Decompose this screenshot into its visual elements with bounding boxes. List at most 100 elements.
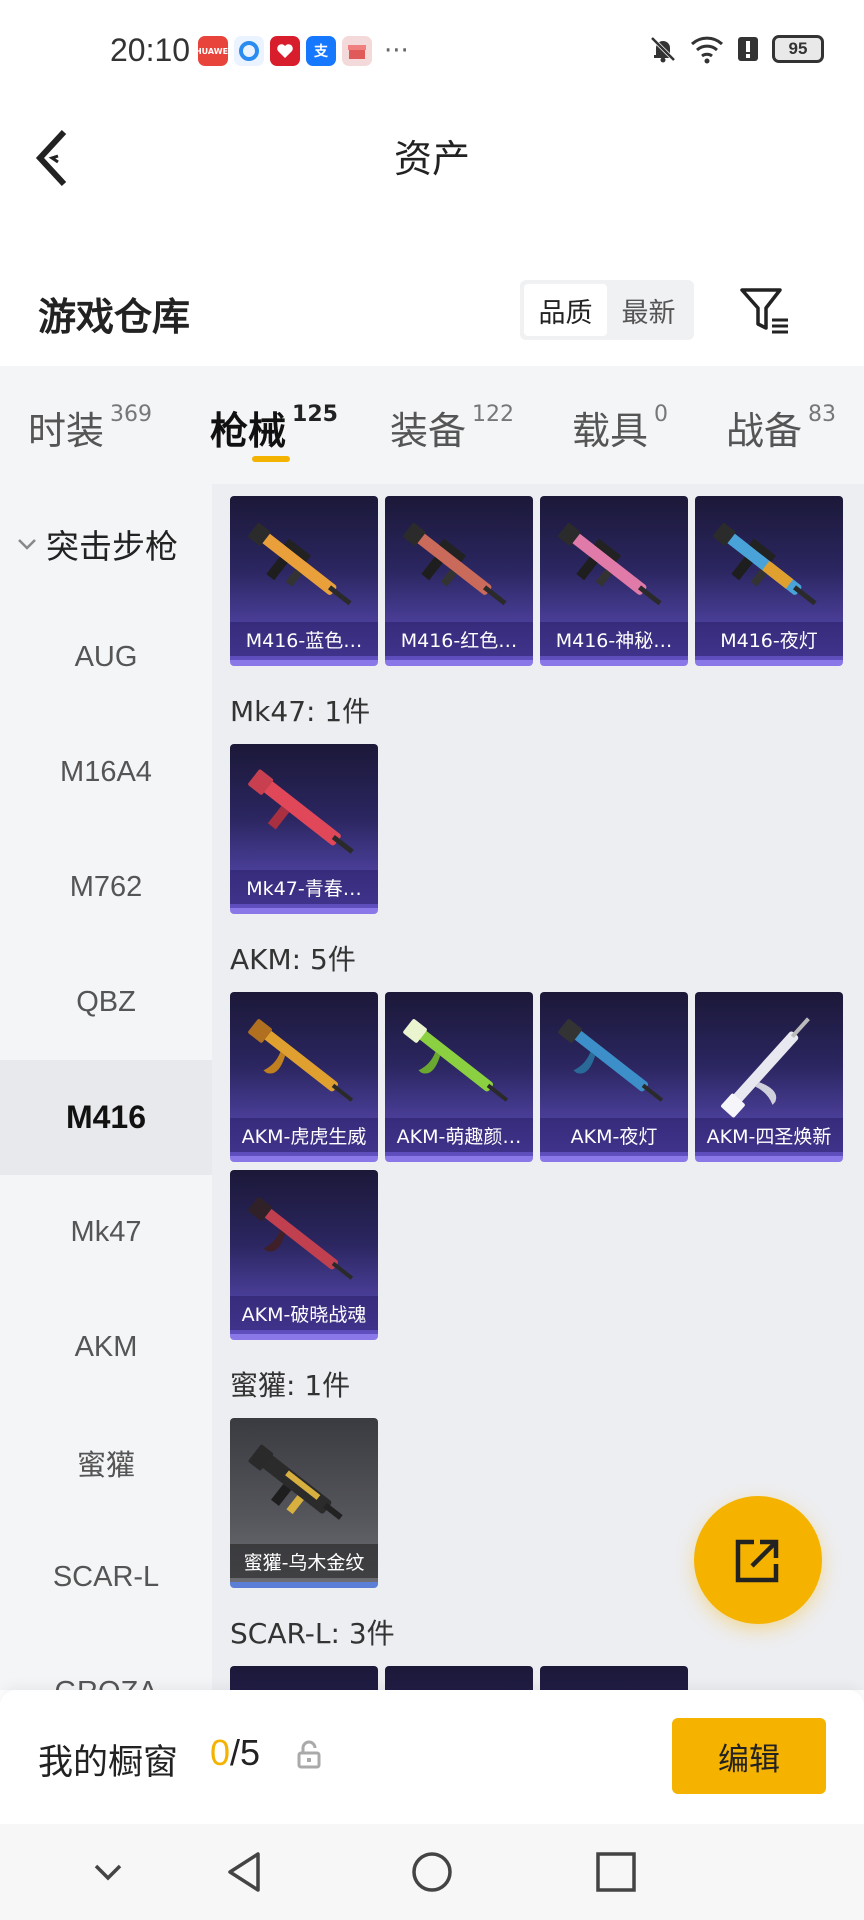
tab-fashion[interactable]: 时装 369 — [28, 400, 152, 455]
share-fab-button[interactable] — [694, 1496, 822, 1624]
tab-label: 时装 — [28, 409, 105, 453]
sidebar-item-qbz[interactable]: QBZ — [0, 945, 212, 1060]
tab-count: 122 — [472, 402, 515, 427]
sort-latest-button[interactable]: 最新 — [607, 284, 690, 336]
home-circle-icon[interactable] — [406, 1846, 458, 1898]
weapon-card-label: M416-蓝色… — [230, 622, 378, 656]
warehouse-title: 游戏仓库 — [38, 295, 191, 339]
active-tab-indicator — [252, 456, 290, 462]
external-link-icon — [735, 1539, 779, 1583]
weapon-card-label: 蜜獾-乌木金纹 — [230, 1544, 378, 1578]
weapon-card[interactable] — [540, 1666, 688, 1690]
showcase-bar: 我的橱窗 0/5 编辑 — [0, 1690, 864, 1824]
gift-box-icon — [342, 36, 372, 66]
warehouse-header: 游戏仓库 品质 最新 — [0, 264, 864, 360]
group-label-honey-badger: 蜜獾: 1件 — [230, 1369, 351, 1402]
lock-icon — [297, 1740, 321, 1769]
weapon-card[interactable]: AKM-四圣焕新 — [695, 992, 843, 1162]
weapon-card[interactable]: AKM-萌趣颜… — [385, 992, 533, 1162]
asset-tabs: 时装 369 枪械 125 装备 122 载具 0 战备 83 — [0, 366, 864, 484]
weapon-card[interactable] — [385, 1666, 533, 1690]
rifle-icon — [558, 1019, 664, 1102]
weapon-card-label: M416-红色… — [385, 622, 533, 656]
category-sidebar: 突击步枪 AUG M16A4 M762 QBZ M416 Mk47 AKM 蜜獾… — [0, 484, 212, 1690]
back-triangle-icon[interactable] — [220, 1846, 272, 1898]
showcase-label: 我的橱窗 — [38, 1743, 179, 1783]
sidebar-item-honey-badger[interactable]: 蜜獾 — [0, 1405, 212, 1520]
weapon-card[interactable]: M416-神秘… — [540, 496, 688, 666]
sidebar-item-m762[interactable]: M762 — [0, 830, 212, 945]
weapon-card[interactable]: AKM-夜灯 — [540, 992, 688, 1162]
tab-count: 83 — [808, 402, 837, 427]
tab-label: 战备 — [726, 409, 803, 453]
category-label: 突击步枪 — [46, 527, 178, 566]
more-notifications-icon: ··· — [384, 36, 409, 66]
wifi-icon — [690, 36, 724, 64]
weapon-card[interactable]: AKM-破晓战魂 — [230, 1170, 378, 1340]
weapon-card-label: AKM-破晓战魂 — [230, 1296, 378, 1330]
weapon-card-label: AKM-四圣焕新 — [695, 1118, 843, 1152]
rifle-icon — [248, 523, 352, 606]
status-time: 20:10 — [110, 32, 191, 68]
sidebar-item-m416[interactable]: M416 — [0, 1060, 212, 1175]
page-title: 资产 — [393, 137, 470, 181]
rifle-icon — [248, 769, 354, 854]
rifle-icon — [558, 523, 662, 606]
rifle-icon — [248, 1197, 354, 1280]
tab-label: 载具 — [572, 409, 649, 453]
tab-count: 369 — [110, 402, 153, 427]
tab-count: 125 — [292, 402, 338, 427]
rifle-icon — [248, 1444, 343, 1520]
mute-bell-icon — [650, 36, 676, 63]
showcase-current: 0 — [210, 1732, 231, 1773]
heart-app-icon — [270, 36, 300, 66]
tab-label: 枪械 — [210, 409, 287, 453]
showcase-count: 0/5 — [210, 1732, 260, 1774]
weapon-card[interactable]: M416-蓝色… — [230, 496, 378, 666]
tab-label: 装备 — [390, 409, 467, 453]
weapon-card-label: AKM-虎虎生威 — [230, 1118, 378, 1152]
tab-vehicles[interactable]: 载具 0 — [572, 400, 668, 455]
showcase-total: /5 — [230, 1732, 261, 1773]
sidebar-item-scar-l[interactable]: SCAR-L — [0, 1520, 212, 1635]
sidebar-item-aug[interactable]: AUG — [0, 600, 212, 715]
status-bar: 20:10 HUAWEI 支 ··· 95 — [0, 0, 864, 104]
weapon-card[interactable]: AKM-虎虎生威 — [230, 992, 378, 1162]
filter-icon[interactable] — [738, 284, 792, 338]
group-label-scar-l: SCAR-L: 3件 — [230, 1617, 395, 1650]
weapon-card-label: AKM-夜灯 — [540, 1118, 688, 1152]
tab-equipment[interactable]: 装备 122 — [390, 400, 514, 455]
chevron-down-icon — [18, 539, 36, 550]
sort-toggle: 品质 最新 — [520, 280, 694, 340]
weapon-card[interactable]: 蜜獾-乌木金纹 — [230, 1418, 378, 1588]
group-label-mk47: Mk47: 1件 — [230, 695, 371, 728]
weapon-card-label: M416-神秘… — [540, 622, 688, 656]
weapon-card-label: M416-夜灯 — [695, 622, 843, 656]
rifle-icon — [403, 523, 507, 606]
edit-button[interactable]: 编辑 — [672, 1718, 826, 1794]
weapon-card[interactable]: Mk47-青春… — [230, 744, 378, 914]
top-header: 资产 — [0, 104, 864, 204]
browser-icon — [234, 36, 264, 66]
tab-count: 0 — [654, 402, 669, 427]
sidebar-item-mk47[interactable]: Mk47 — [0, 1175, 212, 1290]
sort-quality-button[interactable]: 品质 — [524, 284, 607, 336]
tab-weapons[interactable]: 枪械 125 — [210, 400, 338, 455]
chevron-down-icon[interactable] — [82, 1846, 134, 1898]
rifle-icon — [721, 1017, 810, 1118]
weapon-card[interactable]: M416-红色… — [385, 496, 533, 666]
asset-screen: 20:10 HUAWEI 支 ··· 95 资产 游戏仓库 品质 最新 时装 3… — [0, 0, 864, 1920]
sidebar-item-groza[interactable]: GROZA — [0, 1635, 212, 1690]
alert-icon — [738, 37, 758, 61]
sidebar-item-akm[interactable]: AKM — [0, 1290, 212, 1405]
rifle-icon — [248, 1019, 354, 1102]
weapon-card[interactable] — [230, 1666, 378, 1690]
weapon-card[interactable]: M416-夜灯 — [695, 496, 843, 666]
sidebar-item-m16a4[interactable]: M16A4 — [0, 715, 212, 830]
tab-supplies[interactable]: 战备 83 — [726, 400, 836, 455]
category-header[interactable]: 突击步枪 — [16, 520, 178, 568]
alipay-icon: 支 — [306, 36, 336, 66]
recents-square-icon[interactable] — [590, 1846, 642, 1898]
system-nav-bar — [0, 1824, 864, 1920]
battery-indicator: 95 — [772, 35, 824, 63]
